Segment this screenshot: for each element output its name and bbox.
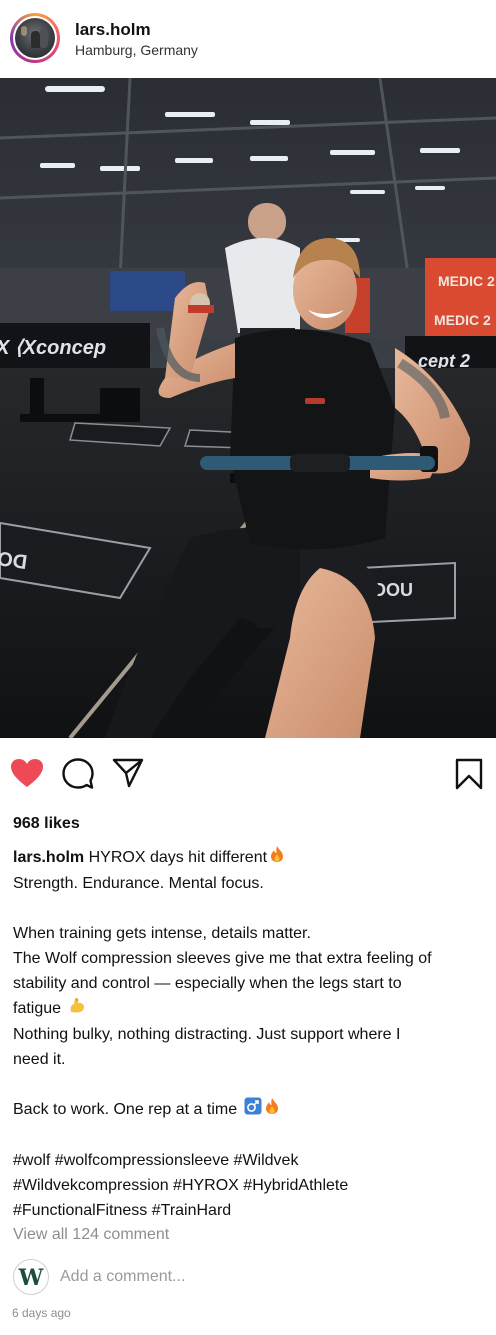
caption-back-to-work-text: Back to work. One rep at a time [13, 1101, 238, 1119]
caption-line: When training gets intense, details matt… [13, 925, 311, 942]
caption-line-fatigue: fatigue [13, 996, 488, 1022]
commenter-avatar: W [13, 1259, 49, 1295]
caption-line: stability and control — especially when … [13, 975, 402, 992]
avatar-figure-2 [40, 28, 48, 48]
comment-input[interactable] [60, 1268, 480, 1286]
caption-username[interactable]: lars.holm [13, 849, 84, 866]
caption-gap [13, 1072, 488, 1097]
post-location[interactable]: Hamburg, Germany [75, 42, 198, 58]
caption-hashtags[interactable]: #wolf #wolfcompressionsleeve #Wildvek [13, 1148, 488, 1173]
caption-hashtags[interactable]: #FunctionalFitness #TrainHard [13, 1198, 488, 1223]
post-header: lars.holm Hamburg, Germany [0, 0, 496, 78]
male-sign-emoji [244, 1097, 262, 1123]
caption-line-fatigue-text: fatigue [13, 1000, 62, 1018]
post-photo-illustration: MEDIC 2 MEDIC 2 X ⟨Xconcep cept 2 DOUBLE… [0, 78, 496, 738]
caption-line: The Wolf compression sleeves give me tha… [13, 950, 432, 967]
heart-filled-icon[interactable] [10, 758, 44, 788]
caption-line: need it. [13, 1051, 66, 1068]
svg-text:MEDIC 2: MEDIC 2 [438, 273, 495, 289]
caption-first-line: lars.holm HYROX days hit different [13, 845, 488, 871]
svg-text:MEDIC 2: MEDIC 2 [434, 312, 491, 328]
commenter-avatar-letter: W [18, 1265, 44, 1291]
caption-hashtags[interactable]: #Wildvekcompression #HYROX #HybridAthlet… [13, 1173, 488, 1198]
post-actions [0, 750, 496, 796]
avatar-border [13, 16, 57, 60]
avatar[interactable] [10, 13, 60, 63]
flexed-biceps-emoji [68, 996, 86, 1022]
caption-line: Nothing bulky, nothing distracting. Just… [13, 1026, 401, 1043]
view-all-comments-link[interactable]: View all 124 comment [13, 1226, 169, 1244]
likes-count[interactable]: 968 likes [13, 815, 80, 833]
avatar-image [15, 18, 55, 58]
avatar-figure [31, 31, 40, 48]
caption-headline: HYROX days hit different [88, 849, 268, 867]
avatar-light [21, 26, 27, 36]
caption-line: Strength. Endurance. Mental focus. [13, 875, 264, 892]
post-photo[interactable]: MEDIC 2 MEDIC 2 X ⟨Xconcep cept 2 DOUBLE… [0, 78, 496, 738]
post-timestamp: 6 days ago [12, 1306, 71, 1320]
caption-gap [13, 1123, 488, 1148]
caption-gap [13, 896, 488, 921]
post-caption: lars.holm HYROX days hit different Stren… [13, 845, 488, 1223]
fire-emoji [269, 845, 285, 871]
post-username[interactable]: lars.holm [75, 20, 151, 40]
caption-line-back-to-work: Back to work. One rep at a time [13, 1097, 488, 1123]
paper-plane-icon[interactable] [112, 758, 144, 788]
svg-text:X ⟨Xconcep: X ⟨Xconcep [0, 337, 106, 359]
fire-emoji [264, 1097, 280, 1123]
add-comment-row: W [0, 1258, 496, 1298]
speech-bubble-icon[interactable] [62, 758, 94, 790]
bookmark-icon[interactable] [454, 758, 484, 790]
